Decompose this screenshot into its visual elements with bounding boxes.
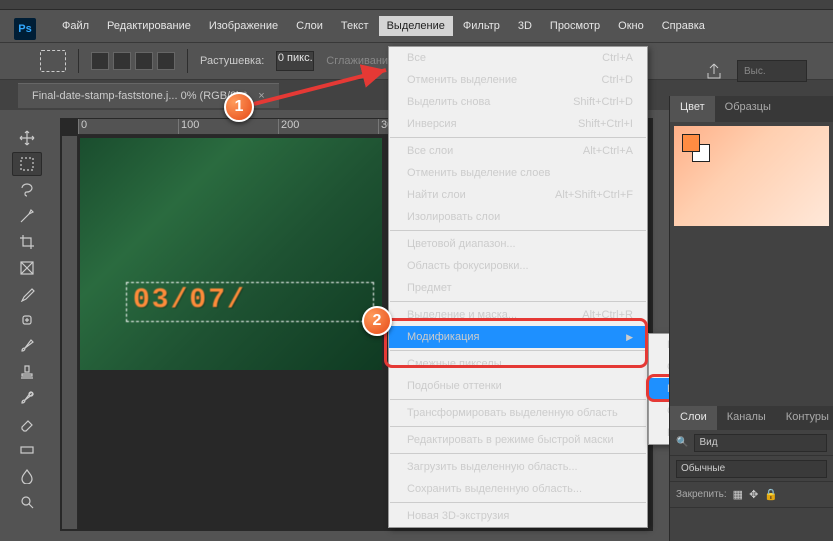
menu-text[interactable]: Текст <box>333 16 377 36</box>
callout-1: 1 <box>224 92 254 122</box>
gradient-tool[interactable] <box>12 438 42 462</box>
blur-tool[interactable] <box>12 464 42 488</box>
menu-color-range[interactable]: Цветовой диапазон... <box>389 233 647 255</box>
menu-3d-extrusion: Новая 3D-экструзия <box>389 505 647 527</box>
layer-filter-select[interactable]: Вид <box>694 434 827 452</box>
heal-tool[interactable] <box>12 308 42 332</box>
menu-focus-area[interactable]: Область фокусировки... <box>389 255 647 277</box>
lock-all-icon[interactable]: 🔒 <box>764 488 778 501</box>
lock-label: Закрепить: <box>676 489 727 500</box>
menu-inverse[interactable]: ИнверсияShift+Ctrl+I <box>389 113 647 135</box>
marquee-tool[interactable] <box>12 152 42 176</box>
menu-view[interactable]: Просмотр <box>542 16 608 36</box>
menu-select-all[interactable]: ВсеCtrl+A <box>389 47 647 69</box>
annotation-arrow <box>246 64 396 110</box>
menu-find-layers[interactable]: Найти слоиAlt+Shift+Ctrl+F <box>389 184 647 206</box>
menu-all-layers[interactable]: Все слоиAlt+Ctrl+A <box>389 140 647 162</box>
select-menu-dropdown: ВсеCtrl+A Отменить выделениеCtrl+D Выдел… <box>388 46 648 528</box>
canvas-image[interactable]: 03/07/ <box>80 138 382 370</box>
move-tool[interactable] <box>12 126 42 150</box>
frame-tool[interactable] <box>12 256 42 280</box>
menu-bar: Файл Редактирование Изображение Слои Тек… <box>0 10 833 42</box>
history-brush-tool[interactable] <box>12 386 42 410</box>
menu-image[interactable]: Изображение <box>201 16 286 36</box>
annotation-highlight-1 <box>384 318 648 368</box>
menu-window[interactable]: Окно <box>610 16 652 36</box>
lock-pixels-icon[interactable]: ▦ <box>733 488 743 501</box>
menu-3d[interactable]: 3D <box>510 16 540 36</box>
menu-save-selection[interactable]: Сохранить выделенную область... <box>389 478 647 500</box>
menu-isolate-layers[interactable]: Изолировать слои <box>389 206 647 228</box>
tools-panel <box>10 122 44 518</box>
tab-layers[interactable]: Слои <box>670 406 717 430</box>
share-icon[interactable] <box>705 62 723 80</box>
selection-mode-group[interactable] <box>91 52 175 70</box>
fg-bg-swatch[interactable] <box>682 134 712 164</box>
blend-mode-select[interactable]: Обычные <box>676 460 827 478</box>
color-picker[interactable] <box>674 126 829 226</box>
wand-tool[interactable] <box>12 204 42 228</box>
menu-load-selection: Загрузить выделенную область... <box>389 456 647 478</box>
kind-label: 🔍 <box>676 437 688 448</box>
tab-swatches[interactable]: Образцы <box>715 96 781 122</box>
app-logo: Ps <box>14 18 36 40</box>
menu-layers[interactable]: Слои <box>288 16 331 36</box>
search-input[interactable]: Выс. <box>737 60 807 82</box>
crop-tool[interactable] <box>12 230 42 254</box>
ruler-vertical <box>62 136 78 529</box>
menu-quick-mask[interactable]: Редактировать в режиме быстрой маски <box>389 429 647 451</box>
eraser-tool[interactable] <box>12 412 42 436</box>
eyedropper-tool[interactable] <box>12 282 42 306</box>
menu-subject[interactable]: Предмет <box>389 277 647 299</box>
tab-paths[interactable]: Контуры <box>776 406 833 430</box>
menu-reselect: Выделить сноваShift+Ctrl+D <box>389 91 647 113</box>
menu-edit[interactable]: Редактирование <box>99 16 199 36</box>
menu-deselect[interactable]: Отменить выделениеCtrl+D <box>389 69 647 91</box>
menu-similar[interactable]: Подобные оттенки <box>389 375 647 397</box>
menu-filter[interactable]: Фильтр <box>455 16 508 36</box>
menu-deselect-layers[interactable]: Отменить выделение слоев <box>389 162 647 184</box>
lock-position-icon[interactable]: ✥ <box>749 488 758 501</box>
tab-color[interactable]: Цвет <box>670 96 715 122</box>
menu-transform-selection[interactable]: Трансформировать выделенную область <box>389 402 647 424</box>
menu-help[interactable]: Справка <box>654 16 713 36</box>
lasso-tool[interactable] <box>12 178 42 202</box>
brush-tool[interactable] <box>12 334 42 358</box>
date-stamp-selection: 03/07/ <box>126 282 374 322</box>
right-panels: Цвет Образцы Слои Каналы Контуры 🔍 Вид О… <box>669 96 833 541</box>
menu-file[interactable]: Файл <box>54 16 97 36</box>
menu-select[interactable]: Выделение <box>379 16 453 36</box>
dodge-tool[interactable] <box>12 490 42 514</box>
tab-channels[interactable]: Каналы <box>717 406 776 430</box>
document-tab-name: Final-date-stamp-faststone.j... <box>32 90 178 102</box>
callout-2: 2 <box>362 306 392 336</box>
marquee-preset-icon[interactable] <box>40 50 66 72</box>
stamp-tool[interactable] <box>12 360 42 384</box>
